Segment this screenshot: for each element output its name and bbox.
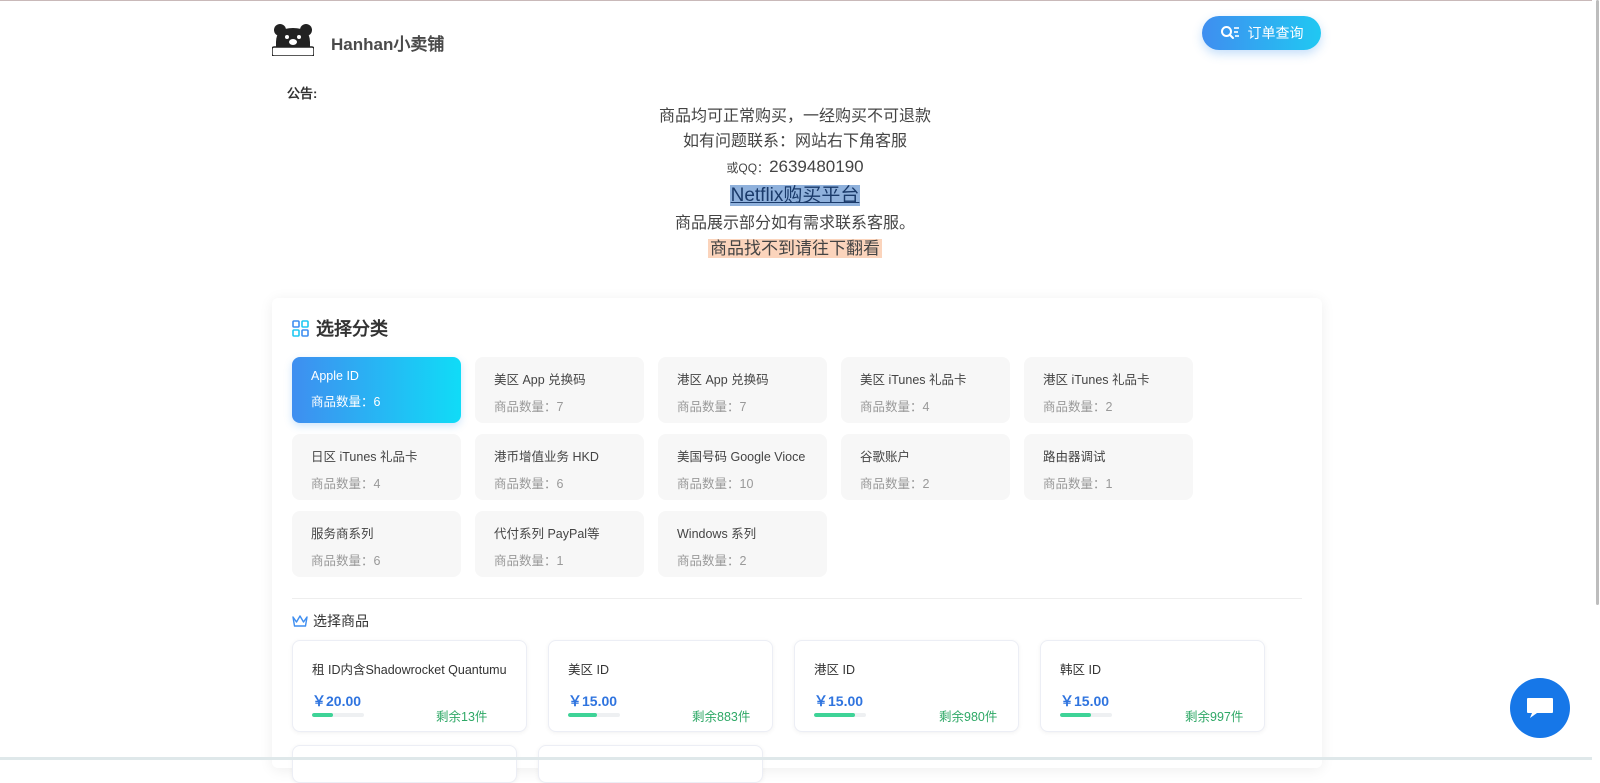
notice-line-2: 如有问题联系：网站右下角客服 <box>682 133 907 150</box>
product-card[interactable]: 租 ID内含Shadowrocket Quantumult ￥20.00 剩余1… <box>292 640 527 732</box>
category-count: 商品数量：10 <box>677 477 754 491</box>
product-name: 美区 ID <box>568 663 609 677</box>
grid-icon <box>292 319 309 337</box>
customer-service-chat-button[interactable] <box>1510 678 1570 738</box>
stock-bar <box>1060 713 1112 717</box>
category-card[interactable]: 谷歌账户 商品数量：2 <box>841 434 1010 500</box>
stock-bar-fill <box>568 713 597 717</box>
category-count: 商品数量：7 <box>677 400 747 414</box>
product-stock: 剩余980件 <box>939 710 998 724</box>
scroll-hint: 商品找不到请往下翻看 <box>708 239 882 258</box>
product-name: 租 ID内含Shadowrocket Quantumult <box>312 663 507 677</box>
product-stock: 剩余883件 <box>692 710 751 724</box>
category-name: 港区 iTunes 礼品卡 <box>1043 373 1150 387</box>
top-border <box>0 0 1600 1</box>
category-card[interactable]: Windows 系列 商品数量：2 <box>658 511 827 577</box>
category-name: 港币增值业务 HKD <box>494 450 599 464</box>
goods-title-text: 选择商品 <box>313 613 369 629</box>
stock-bar-fill <box>814 713 855 717</box>
bear-logo-icon[interactable] <box>271 22 315 57</box>
product-stock: 剩余13件 <box>436 710 488 724</box>
category-name: 代付系列 PayPal等 <box>494 527 600 541</box>
category-name: 美国号码 Google Vioce <box>677 450 806 464</box>
netflix-link[interactable]: Netflix购买平台 <box>729 185 861 206</box>
category-name: 路由器调试 <box>1043 450 1106 464</box>
stock-bar <box>568 713 620 717</box>
category-section-title: 选择分类 <box>292 315 388 341</box>
category-card[interactable]: 代付系列 PayPal等 商品数量：1 <box>475 511 644 577</box>
category-title-text: 选择分类 <box>316 319 388 339</box>
category-count: 商品数量：2 <box>860 477 930 491</box>
category-count: 商品数量：4 <box>860 400 930 414</box>
stock-bar-fill <box>312 713 333 717</box>
stock-bar-fill <box>1060 713 1092 717</box>
category-count: 商品数量：6 <box>311 554 381 568</box>
category-count: 商品数量：4 <box>311 477 381 491</box>
qq-prefix: 或QQ： <box>726 161 770 175</box>
stock-bar <box>814 713 866 717</box>
chat-bubble-icon <box>1527 698 1553 718</box>
section-divider <box>292 598 1302 599</box>
header: Hanhan小卖铺 订单查询 <box>271 14 1322 66</box>
category-name: Apple ID <box>311 369 359 383</box>
notice-link-line: Netflix购买平台 <box>480 181 1110 211</box>
site-brand[interactable]: Hanhan小卖铺 <box>331 30 444 55</box>
category-name: 服务商系列 <box>311 527 374 541</box>
category-card-apple-id[interactable]: Apple ID 商品数量：6 <box>292 357 461 423</box>
qq-number: 2639480190 <box>769 157 864 176</box>
product-card-partial[interactable] <box>538 745 763 783</box>
notice-label: 公告: <box>287 86 318 101</box>
order-query-button[interactable]: 订单查询 <box>1202 16 1321 50</box>
category-card[interactable]: 港币增值业务 HKD 商品数量：6 <box>475 434 644 500</box>
category-card[interactable]: 美国号码 Google Vioce 商品数量：10 <box>658 434 827 500</box>
notice-line-5: 商品找不到请往下翻看 <box>480 236 1110 262</box>
order-query-label: 订单查询 <box>1247 25 1304 41</box>
product-stock: 剩余997件 <box>1185 710 1244 724</box>
category-card[interactable]: 美区 iTunes 礼品卡 商品数量：4 <box>841 357 1010 423</box>
page-scrollbar[interactable] <box>1592 0 1600 760</box>
category-card[interactable]: 港区 App 兑换码 商品数量：7 <box>658 357 827 423</box>
category-count: 商品数量：7 <box>494 400 564 414</box>
crown-icon <box>292 615 308 627</box>
category-card[interactable]: 服务商系列 商品数量：6 <box>292 511 461 577</box>
product-name: 韩区 ID <box>1060 663 1101 677</box>
notice-line-1: 商品均可正常购买，一经购买不可退款 <box>658 108 931 125</box>
notice-qq-line: 或QQ：2639480190 <box>480 154 1110 181</box>
stock-bar <box>312 713 364 717</box>
product-card[interactable]: 港区 ID ￥15.00 剩余980件 <box>794 640 1019 732</box>
product-card[interactable]: 美区 ID ￥15.00 剩余883件 <box>548 640 773 732</box>
category-card[interactable]: 路由器调试 商品数量：1 <box>1024 434 1193 500</box>
category-name: 日区 iTunes 礼品卡 <box>311 450 418 464</box>
product-card[interactable]: 韩区 ID ￥15.00 剩余997件 <box>1040 640 1265 732</box>
product-card-partial[interactable] <box>292 745 517 783</box>
product-name: 港区 ID <box>814 663 855 677</box>
category-name: Windows 系列 <box>677 527 757 541</box>
category-name: 美区 iTunes 礼品卡 <box>860 373 967 387</box>
category-name: 美区 App 兑换码 <box>494 373 586 387</box>
category-name: 谷歌账户 <box>860 450 911 464</box>
notice-body: 商品均可正常购买，一经购买不可退款 如有问题联系：网站右下角客服 或QQ：263… <box>480 104 1110 262</box>
category-count: 商品数量：6 <box>494 477 564 491</box>
shop-panel: 选择分类 Apple ID 商品数量：6 美区 App 兑换码 商品数量：7 港… <box>272 298 1322 783</box>
category-count: 商品数量：1 <box>494 554 564 568</box>
category-count: 商品数量：6 <box>311 395 381 409</box>
goods-section-title: 选择商品 <box>292 611 369 631</box>
category-count: 商品数量：2 <box>677 554 747 568</box>
category-count: 商品数量：1 <box>1043 477 1113 491</box>
category-card[interactable]: 港区 iTunes 礼品卡 商品数量：2 <box>1024 357 1193 423</box>
category-card[interactable]: 美区 App 兑换码 商品数量：7 <box>475 357 644 423</box>
scrollbar-thumb[interactable] <box>1596 0 1599 605</box>
category-name: 港区 App 兑换码 <box>677 373 769 387</box>
search-list-icon <box>1220 26 1239 39</box>
category-count: 商品数量：2 <box>1043 400 1113 414</box>
category-card[interactable]: 日区 iTunes 礼品卡 商品数量：4 <box>292 434 461 500</box>
notice-line-4: 商品展示部分如有需求联系客服。 <box>674 215 915 232</box>
